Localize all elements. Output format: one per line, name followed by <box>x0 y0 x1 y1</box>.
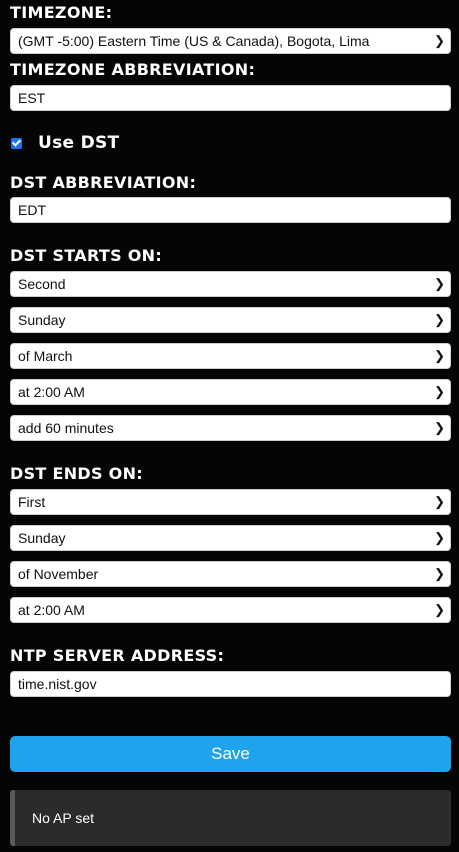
chevron-down-icon: ❯ <box>434 312 445 327</box>
dst-end-week-select[interactable]: First ❯ <box>10 489 451 515</box>
timezone-select[interactable]: (GMT -5:00) Eastern Time (US & Canada), … <box>10 28 451 54</box>
dst-end-day-select[interactable]: Sunday ❯ <box>10 525 451 551</box>
dst-end-time-value: at 2:00 AM <box>18 602 85 618</box>
dst-starts-label: DST STARTS ON: <box>10 246 163 265</box>
ntp-server-label: NTP SERVER ADDRESS: <box>10 646 225 665</box>
dst-end-month-value: of November <box>18 566 99 582</box>
dst-start-time-select[interactable]: at 2:00 AM ❯ <box>10 379 451 405</box>
chevron-down-icon: ❯ <box>434 566 445 581</box>
chevron-down-icon: ❯ <box>434 33 445 48</box>
dst-start-month-value: of March <box>18 348 73 364</box>
save-button[interactable]: Save <box>10 736 451 772</box>
ntp-server-value: time.nist.gov <box>18 676 97 692</box>
status-message-text: No AP set <box>32 810 95 826</box>
dst-start-week-select[interactable]: Second ❯ <box>10 271 451 297</box>
timezone-abbreviation-input[interactable]: EST <box>10 85 451 111</box>
dst-end-week-value: First <box>18 494 46 510</box>
dst-start-day-select[interactable]: Sunday ❯ <box>10 307 451 333</box>
chevron-down-icon: ❯ <box>434 276 445 291</box>
dst-offset-select[interactable]: add 60 minutes ❯ <box>10 415 451 441</box>
chevron-down-icon: ❯ <box>434 348 445 363</box>
chevron-down-icon: ❯ <box>434 602 445 617</box>
timezone-abbreviation-label: TIMEZONE ABBREVIATION: <box>10 60 256 79</box>
timezone-abbreviation-value: EST <box>18 90 46 106</box>
use-dst-label: Use DST <box>38 133 120 153</box>
status-message: No AP set <box>10 790 451 846</box>
timezone-label: TIMEZONE: <box>10 3 113 22</box>
use-dst-checkbox[interactable] <box>11 138 22 149</box>
ntp-server-input[interactable]: time.nist.gov <box>10 671 451 697</box>
dst-abbreviation-input[interactable]: EDT <box>10 197 451 223</box>
dst-end-day-value: Sunday <box>18 530 66 546</box>
chevron-down-icon: ❯ <box>434 494 445 509</box>
dst-abbreviation-label: DST ABBREVIATION: <box>10 173 197 192</box>
dst-end-time-select[interactable]: at 2:00 AM ❯ <box>10 597 451 623</box>
dst-start-day-value: Sunday <box>18 312 66 328</box>
dst-offset-value: add 60 minutes <box>18 420 114 436</box>
chevron-down-icon: ❯ <box>434 384 445 399</box>
dst-start-month-select[interactable]: of March ❯ <box>10 343 451 369</box>
dst-start-time-value: at 2:00 AM <box>18 384 85 400</box>
dst-end-month-select[interactable]: of November ❯ <box>10 561 451 587</box>
chevron-down-icon: ❯ <box>434 530 445 545</box>
chevron-down-icon: ❯ <box>434 420 445 435</box>
timezone-select-value: (GMT -5:00) Eastern Time (US & Canada), … <box>18 33 370 49</box>
dst-start-week-value: Second <box>18 276 66 292</box>
dst-ends-label: DST ENDS ON: <box>10 464 143 483</box>
dst-abbreviation-value: EDT <box>18 202 46 218</box>
